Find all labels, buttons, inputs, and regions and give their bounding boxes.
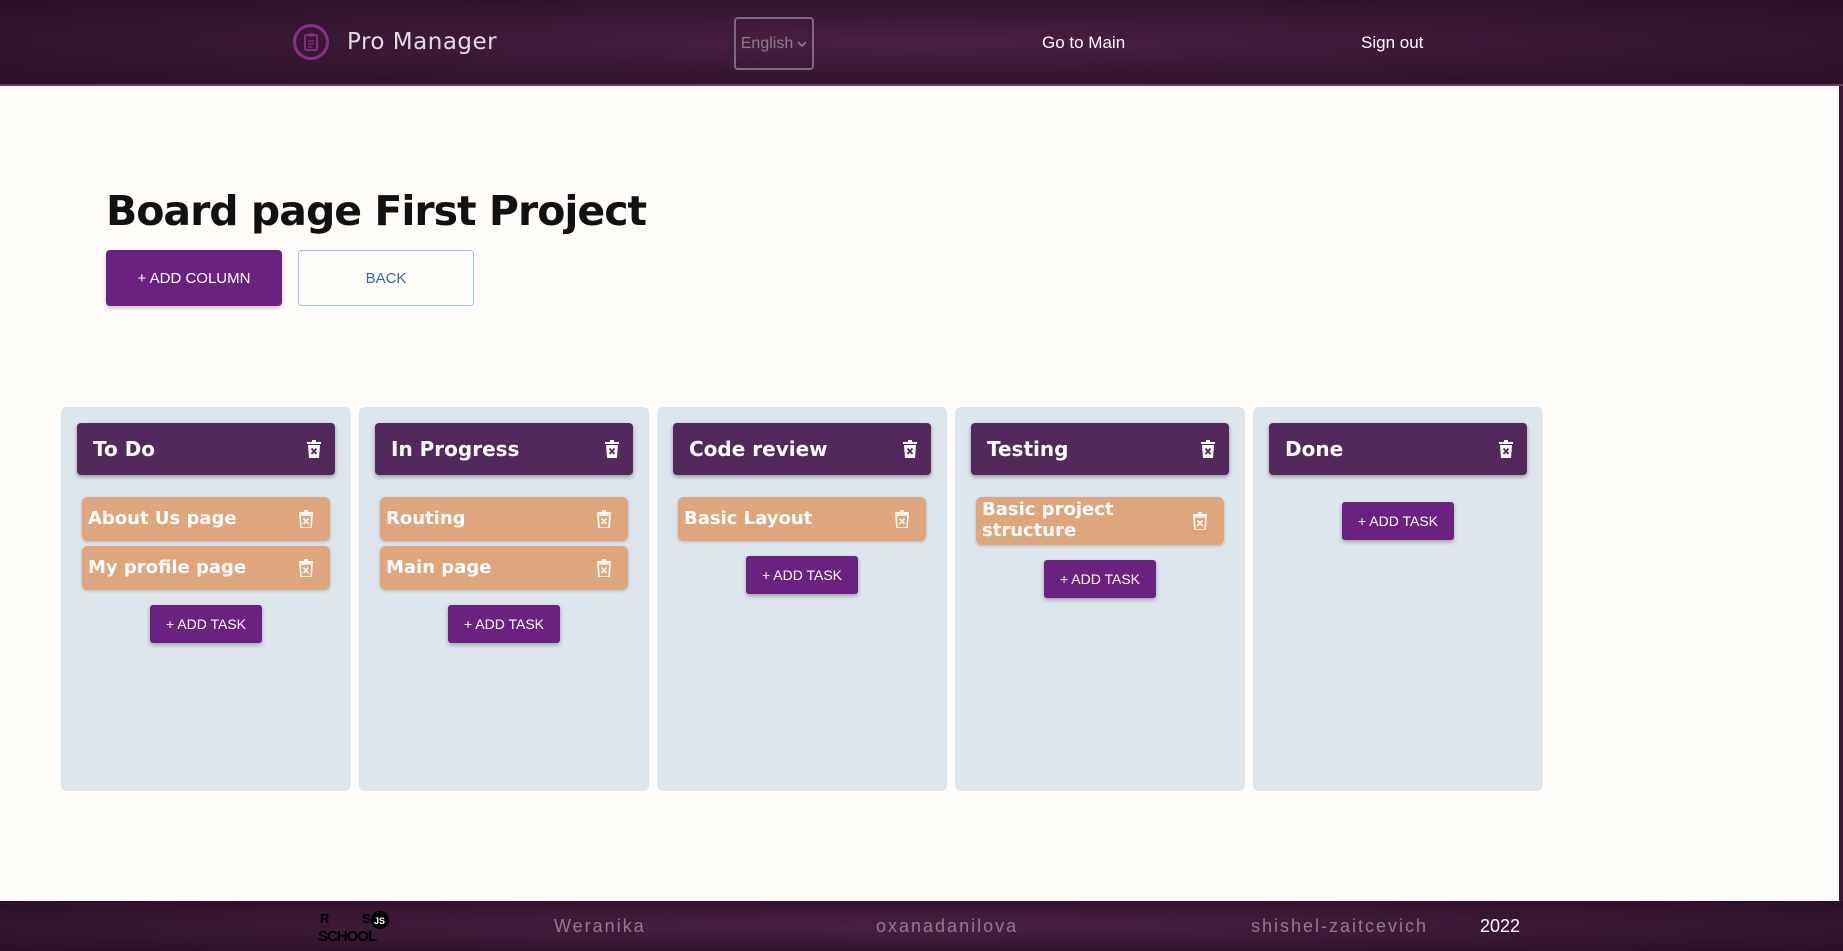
task-title: Basic project structure — [982, 499, 1114, 541]
back-button[interactable]: BACK — [298, 250, 474, 306]
task-title: Basic Layout — [684, 508, 813, 529]
language-selected-value: English — [740, 34, 794, 52]
delete-column-trash-icon[interactable] — [307, 440, 321, 458]
author-link[interactable]: oxanadanilova — [876, 916, 1018, 937]
delete-task-trash-icon[interactable] — [597, 559, 611, 577]
chevron-down-icon — [797, 35, 807, 53]
nav-go-to-main[interactable]: Go to Main — [1042, 33, 1125, 53]
svg-text:JS: JS — [374, 916, 385, 926]
add-task-button[interactable]: + ADD TASK — [150, 605, 262, 643]
app-footer: R S SCHOOL JS Weranika oxanadanilova shi… — [0, 901, 1843, 951]
svg-text:SCHOOL: SCHOOL — [318, 928, 377, 943]
column-header: Done — [1269, 423, 1527, 475]
task-title: My profile page — [88, 557, 247, 578]
delete-column-trash-icon[interactable] — [1499, 440, 1513, 458]
task-card[interactable]: Main page — [380, 546, 628, 590]
column-title: In Progress — [391, 437, 520, 461]
delete-task-trash-icon[interactable] — [299, 559, 313, 577]
nav-sign-out[interactable]: Sign out — [1361, 33, 1423, 53]
author-link[interactable]: shishel-zaitcevich — [1251, 916, 1428, 937]
add-task-button[interactable]: + ADD TASK — [746, 556, 858, 594]
delete-task-trash-icon[interactable] — [597, 510, 611, 528]
add-task-button[interactable]: + ADD TASK — [1342, 502, 1454, 540]
board-column-code-review: Code review Basic Layout + ADD TASK — [657, 407, 947, 791]
app-header: Pro Manager English Go to Main Sign out — [0, 0, 1843, 86]
board-column-in-progress: In Progress Routing Main page + ADD TASK — [359, 407, 649, 791]
task-card[interactable]: About Us page — [82, 497, 330, 541]
column-title: Code review — [689, 437, 828, 461]
column-title: Testing — [987, 437, 1069, 461]
column-title: Done — [1285, 437, 1344, 461]
delete-column-trash-icon[interactable] — [605, 440, 619, 458]
rs-school-logo[interactable]: R S SCHOOL JS — [318, 909, 404, 943]
author-link[interactable]: Weranika — [554, 916, 646, 937]
clipboard-icon — [293, 24, 329, 60]
board-column-done: Done + ADD TASK — [1253, 407, 1543, 791]
task-card[interactable]: Basic Layout — [678, 497, 926, 541]
column-header: To Do — [77, 423, 335, 475]
add-task-button[interactable]: + ADD TASK — [448, 605, 560, 643]
task-card[interactable]: Routing — [380, 497, 628, 541]
board-column-to-do: To Do About Us page My profile page + AD… — [61, 407, 351, 791]
board-column-testing: Testing Basic project structure + ADD TA… — [955, 407, 1245, 791]
delete-task-trash-icon[interactable] — [895, 510, 909, 528]
task-title: Main page — [386, 557, 492, 578]
svg-text:R: R — [320, 911, 330, 926]
column-header: In Progress — [375, 423, 633, 475]
scrollbar[interactable] — [1839, 86, 1843, 901]
footer-year: 2022 — [1480, 916, 1521, 936]
app-logo[interactable]: Pro Manager — [293, 24, 497, 60]
column-header: Code review — [673, 423, 931, 475]
column-title: To Do — [93, 437, 156, 461]
task-title: Routing — [386, 508, 466, 529]
delete-task-trash-icon[interactable] — [299, 510, 313, 528]
language-select[interactable]: English — [734, 17, 814, 70]
column-header: Testing — [971, 423, 1229, 475]
task-title: About Us page — [88, 508, 237, 529]
delete-column-trash-icon[interactable] — [903, 440, 917, 458]
task-card[interactable]: My profile page — [82, 546, 330, 590]
delete-task-trash-icon[interactable] — [1193, 512, 1207, 530]
add-task-button[interactable]: + ADD TASK — [1044, 560, 1156, 598]
task-card[interactable]: Basic project structure — [976, 497, 1224, 545]
svg-text:S: S — [362, 911, 371, 926]
add-column-button[interactable]: + ADD COLUMN — [106, 250, 282, 306]
app-title: Pro Manager — [347, 29, 498, 55]
delete-column-trash-icon[interactable] — [1201, 440, 1215, 458]
page-title: Board page First Project — [106, 187, 647, 235]
